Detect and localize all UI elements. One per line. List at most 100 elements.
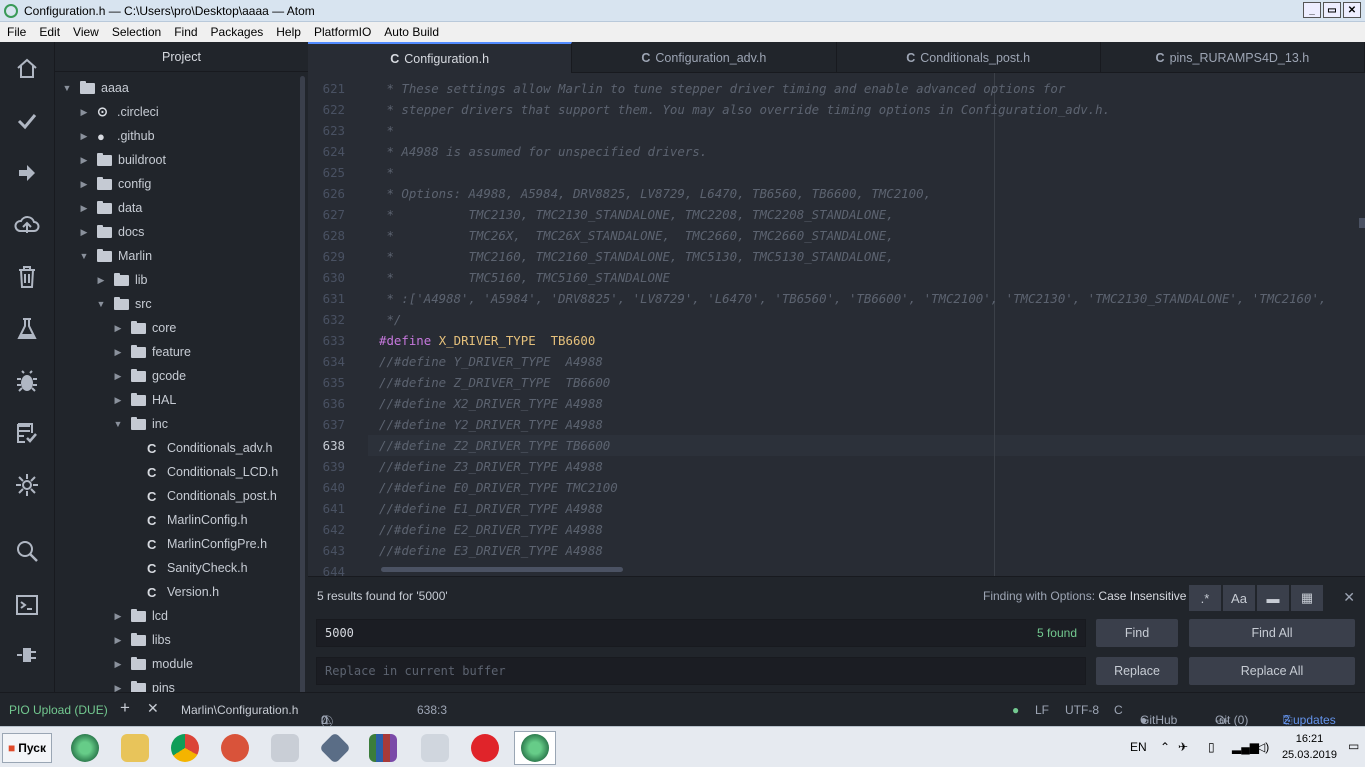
pio-upload-status[interactable]: PIO Upload (DUE): [9, 703, 108, 717]
trash-icon[interactable]: [14, 264, 40, 290]
taskbar-chrome-icon[interactable]: [164, 731, 206, 765]
taskbar-explorer-icon[interactable]: [114, 731, 156, 765]
tree-folder-item[interactable]: ▶ feature: [113, 340, 191, 364]
taskbar-tp-app-icon[interactable]: [464, 731, 506, 765]
tab-configuration-adv-h[interactable]: C Configuration_adv.h: [572, 42, 837, 73]
close-button[interactable]: ✕: [1343, 2, 1361, 18]
tree-folder-item[interactable]: ▶ buildroot: [79, 148, 166, 172]
find-button[interactable]: Find: [1096, 619, 1178, 647]
tab-configuration-h[interactable]: C Configuration.h: [308, 42, 573, 73]
code-line[interactable]: */: [379, 309, 401, 330]
tray-volume-icon[interactable]: ◁): [1256, 740, 1269, 754]
cursor-position[interactable]: 638:3: [417, 703, 447, 717]
close-terminal-icon[interactable]: ✕: [147, 700, 159, 717]
tree-file-item[interactable]: C MarlinConfigPre.h: [147, 532, 267, 556]
tree-folder-item[interactable]: ▶ lcd: [113, 604, 168, 628]
tree-scrollbar[interactable]: [300, 76, 305, 692]
close-find-panel-icon[interactable]: ✕: [1343, 589, 1355, 606]
menu-platformio[interactable]: PlatformIO: [307, 25, 377, 39]
home-icon[interactable]: [14, 56, 40, 82]
menu-packages[interactable]: Packages: [204, 25, 270, 39]
code-line[interactable]: * TMC2160, TMC2160_STANDALONE, TMC5130, …: [379, 246, 893, 267]
checklist-icon[interactable]: [14, 420, 40, 446]
tree-folder-item[interactable]: ▶ HAL: [113, 388, 176, 412]
menu-find[interactable]: Find: [167, 25, 203, 39]
code-editor[interactable]: 621 622 623 624 625 626 627 628 629 630 631 632 633 6…: [308, 73, 1365, 576]
case-sensitive-option-button[interactable]: Aa: [1223, 585, 1256, 611]
tree-file-item[interactable]: C SanityCheck.h: [147, 556, 248, 580]
tray-device-icon[interactable]: ▯: [1208, 740, 1215, 754]
menu-selection[interactable]: Selection: [105, 25, 167, 39]
tree-folder-item[interactable]: ▶ lib: [96, 268, 148, 292]
taskbar-clock[interactable]: 16:21 25.03.2019: [1282, 731, 1337, 763]
tree-file-item[interactable]: C Conditionals_post.h: [147, 484, 277, 508]
menu-file[interactable]: File: [0, 25, 32, 39]
code-line[interactable]: * These settings allow Marlin to tune st…: [379, 78, 1065, 99]
find-input[interactable]: 5000 5 found: [316, 619, 1086, 647]
arrow-right-icon[interactable]: [14, 160, 40, 186]
tree-folder-item[interactable]: ▶ ⊙ .circleci: [79, 100, 159, 124]
in-selection-option-button[interactable]: ▬: [1257, 585, 1290, 611]
cloud-upload-icon[interactable]: [14, 212, 40, 238]
tree-folder-item[interactable]: ▼ inc: [113, 412, 168, 436]
tree-folder-item[interactable]: ▼ Marlin: [79, 244, 152, 268]
tree-folder-item[interactable]: ▶ docs: [79, 220, 144, 244]
tree-folder-item[interactable]: ▶ libs: [113, 628, 171, 652]
code-line[interactable]: *: [379, 162, 393, 183]
add-terminal-icon[interactable]: +: [120, 698, 130, 718]
tree-folder-item[interactable]: ▼ aaaa: [62, 76, 129, 100]
tray-network-icon[interactable]: ✈: [1178, 740, 1188, 754]
start-button[interactable]: ■ Пуск: [2, 733, 52, 763]
tree-folder-item[interactable]: ▶ ● .github: [79, 124, 155, 148]
show-desktop-icon[interactable]: ▭: [1348, 739, 1359, 753]
code-line[interactable]: //#define E3_DRIVER_TYPE A4988: [379, 540, 603, 561]
code-line[interactable]: //#define E2_DRIVER_TYPE A4988: [379, 519, 603, 540]
tree-folder-item[interactable]: ▶ config: [79, 172, 151, 196]
tree-folder-item[interactable]: ▶ gcode: [113, 364, 186, 388]
line-ending[interactable]: LF: [1035, 703, 1049, 717]
language-indicator[interactable]: EN: [1130, 740, 1147, 754]
taskbar-atom-active-icon[interactable]: [514, 731, 556, 765]
terminal-icon[interactable]: [14, 592, 40, 618]
tree-file-item[interactable]: C Conditionals_adv.h: [147, 436, 272, 460]
code-line[interactable]: * :['A4988', 'A5984', 'DRV8825', 'LV8729…: [379, 288, 1326, 309]
file-encoding[interactable]: UTF-8: [1065, 703, 1099, 717]
code-line[interactable]: //#define E0_DRIVER_TYPE TMC2100: [379, 477, 618, 498]
flask-icon[interactable]: [14, 316, 40, 342]
tree-folder-item[interactable]: ▶ module: [113, 652, 193, 676]
menu-help[interactable]: Help: [269, 25, 307, 39]
status-file-path[interactable]: Marlin\Configuration.h: [181, 703, 298, 717]
find-all-button[interactable]: Find All: [1189, 619, 1355, 647]
tree-folder-item[interactable]: ▶ core: [113, 316, 176, 340]
check-icon[interactable]: [14, 108, 40, 134]
editor-vertical-scrollbar[interactable]: [1359, 218, 1365, 228]
code-line[interactable]: //#define X2_DRIVER_TYPE A4988: [379, 393, 603, 414]
code-line[interactable]: * stepper drivers that support them. You…: [379, 99, 1110, 120]
code-line[interactable]: //#define Z2_DRIVER_TYPE TB6600: [379, 435, 610, 456]
code-line[interactable]: * TMC26X, TMC26X_STANDALONE, TMC2660, TM…: [379, 225, 893, 246]
code-line[interactable]: //#define E1_DRIVER_TYPE A4988: [379, 498, 603, 519]
taskbar-books-icon[interactable]: [362, 731, 404, 765]
replace-input[interactable]: Replace in current buffer: [316, 657, 1086, 685]
replace-button[interactable]: Replace: [1096, 657, 1178, 685]
code-line[interactable]: * TMC5160, TMC5160_STANDALONE: [379, 267, 669, 288]
taskbar-cube-app-icon[interactable]: [314, 731, 356, 765]
tree-folder-item[interactable]: ▶ pins: [113, 676, 175, 692]
tree-folder-item[interactable]: ▶ data: [79, 196, 142, 220]
tree-file-item[interactable]: C Version.h: [147, 580, 219, 604]
tree-file-item[interactable]: C Conditionals_LCD.h: [147, 460, 278, 484]
taskbar-calculator-icon[interactable]: [264, 731, 306, 765]
code-line[interactable]: *: [379, 120, 393, 141]
tray-expand-icon[interactable]: ⌃: [1160, 740, 1170, 754]
tab-conditionals-post-h[interactable]: C Conditionals_post.h: [837, 42, 1101, 73]
tray-signal-icon[interactable]: ▂▄▆: [1232, 740, 1259, 754]
code-line[interactable]: //#define Y_DRIVER_TYPE A4988: [379, 351, 603, 372]
menu-auto-build[interactable]: Auto Build: [377, 25, 445, 39]
code-line[interactable]: * Options: A4988, A5984, DRV8825, LV8729…: [379, 183, 931, 204]
menu-view[interactable]: View: [66, 25, 105, 39]
code-line[interactable]: #define X_DRIVER_TYPE TB6600: [379, 330, 595, 351]
menu-edit[interactable]: Edit: [32, 25, 66, 39]
search-icon[interactable]: [14, 538, 40, 564]
taskbar-atom-icon[interactable]: [64, 731, 106, 765]
plug-star-icon[interactable]: [14, 472, 40, 498]
